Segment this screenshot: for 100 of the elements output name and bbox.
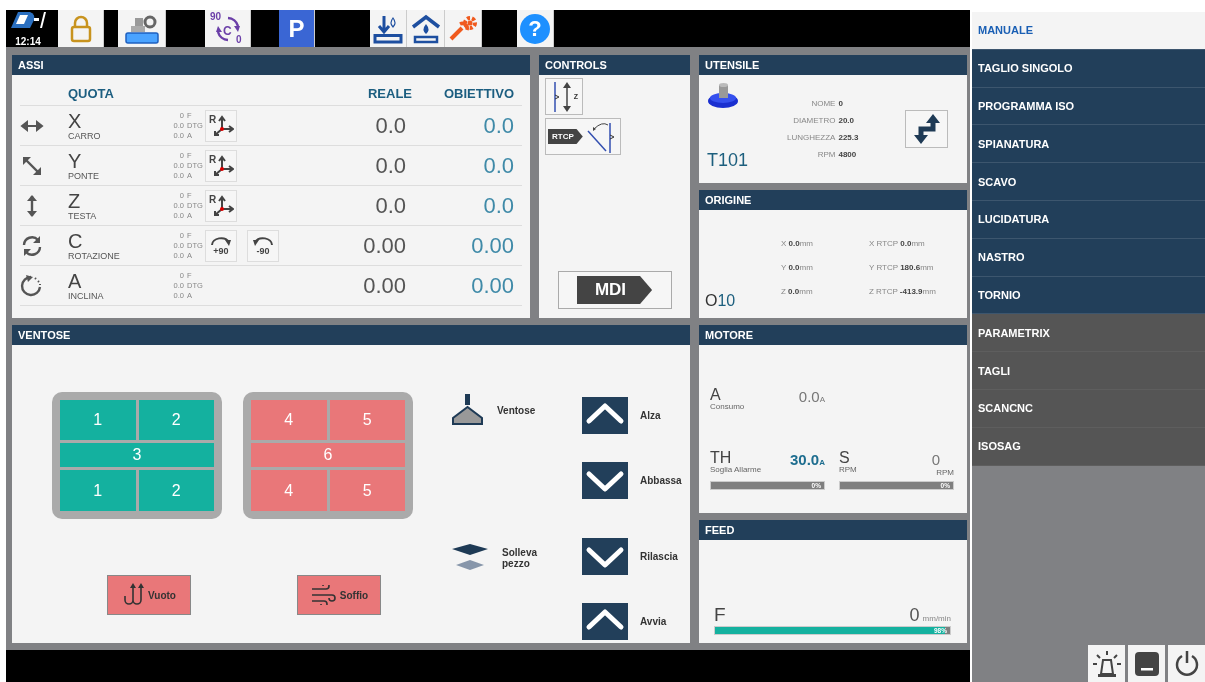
wrench-gear-icon [448,14,478,43]
blow-button[interactable]: Soffio [297,575,381,615]
field-value: 4800 [838,150,858,159]
field-label: RPM [816,150,836,159]
panel-title: FEED [699,520,967,540]
origin-value: X 0.0mm [781,239,814,248]
wash-button[interactable] [407,10,445,47]
reference-button[interactable]: R [205,109,237,142]
rotate-button[interactable]: +90 [205,229,237,262]
origin-value: Z RTCP -413.9mm [869,287,937,296]
axis-letter: C [68,230,84,251]
action-label: Rilascia [640,551,678,563]
origin-value: Y 0.0mm [781,263,814,272]
sidebar-item[interactable]: PARAMETRIX [972,314,1205,353]
machine-settings-button[interactable] [118,10,166,47]
up-button[interactable] [582,396,628,434]
panel-title: MOTORE [699,325,967,345]
origin-prefix: O [705,292,718,309]
field-value: 0 [838,99,844,108]
target-value: 0.0 [482,112,515,139]
c-axis-button[interactable]: 90 C 0 [205,10,251,47]
sidebar-item[interactable]: ISOSAG [972,427,1205,466]
reference-button[interactable]: R [205,149,237,182]
axis-name: INCLINA [68,291,105,301]
target-value: 0.00 [470,272,515,299]
column-header: QUOTA [68,85,115,103]
reference-button[interactable]: R [205,189,237,222]
parking-button[interactable]: P [279,10,315,47]
up-button[interactable] [582,603,628,641]
origin-number: 10 [717,292,736,309]
real-value: 0.00 [362,272,407,299]
feed-value: 0 mm/min [909,605,951,626]
counterclockwise-arrow-icon [252,235,274,246]
axis-letter: X [68,110,83,131]
sidebar-item[interactable]: TAGLI [972,352,1205,390]
motor-caption: RPM [839,465,857,474]
minimize-icon [1133,650,1160,677]
sidebar-item[interactable]: PROGRAMMA ISO [972,87,1205,126]
siren-icon [1091,649,1122,678]
unload-button[interactable] [370,10,407,47]
clock: 12:14 [15,36,41,47]
field-value: 225.3 [838,133,859,142]
suction-cup-icon [450,394,485,426]
swap-tool-button[interactable] [905,110,948,148]
cutting-tool-icon [707,81,741,111]
alarm-button[interactable] [1088,645,1125,682]
field-value: 20.0 [838,116,856,125]
real-value: 0.0 [374,152,407,179]
axis-name: TESTA [68,211,98,221]
sidebar-item[interactable]: MANUALE [972,12,1205,50]
axis-name: CARRO [68,131,102,141]
feed-symbol: F [714,604,726,626]
target-value: 0.00 [470,232,515,259]
sidebar-item[interactable]: SCANCNC [972,389,1205,428]
wind-icon [309,585,336,605]
vacuum-button[interactable]: Vuoto [107,575,191,615]
tools-button[interactable] [445,10,482,47]
mdi-button[interactable]: MDI [557,271,672,309]
item-label: Solleva pezzo [502,547,539,569]
axis-letter: Y [68,150,83,171]
tool-number: T101 [707,150,750,171]
axis-name: PONTE [68,171,100,181]
panel-title: VENTOSE [12,325,690,345]
axis-letter: A [68,270,83,291]
axis-letter: Z [68,190,82,211]
panel-title: ORIGINE [699,190,967,210]
rotate-button[interactable]: -90 [247,229,279,262]
panel-title: CONTROLS [539,55,690,75]
rtcp-button[interactable]: RTCP [545,118,621,155]
sidebar-item[interactable]: NASTRO [972,238,1205,277]
motor-value: 0 [931,451,940,468]
motor-symbol: S [839,451,851,465]
padlock-icon [69,14,92,43]
tilted-probe-icon [585,120,616,153]
down-button[interactable] [582,538,628,576]
power-icon [1173,649,1200,678]
down-button[interactable] [582,461,628,499]
motor-unit: RPM [936,468,954,477]
real-value: 0.00 [362,232,407,259]
vertical-arrow-icon [562,81,571,112]
sidebar-item[interactable]: LUCIDATURA [972,201,1205,239]
minimize-button[interactable] [1128,645,1165,682]
target-value: 0.0 [482,192,515,219]
field-label: DIAMETRO [792,116,836,125]
motor-symbol: A [710,388,722,402]
sidebar-item[interactable]: TAGLIO SINGOLO [972,49,1205,88]
tilt-arrow-icon [20,273,44,298]
sidebar-item[interactable]: SPIANATURA [972,125,1205,164]
vacuum-arrows-icon [122,582,144,608]
field-label: LUNGHEZZA [787,133,836,142]
column-header: OBIETTIVO [442,85,515,103]
logo-icon [10,11,46,29]
sidebar-item[interactable]: TORNIO [972,276,1205,315]
action-label: Alza [640,409,661,421]
clockwise-arrow-icon [210,235,232,246]
target-value: 0.0 [482,152,515,179]
swap-arrows-icon [912,114,941,144]
power-button[interactable] [1168,645,1205,682]
sidebar-item[interactable]: SCAVO [972,163,1205,201]
field-label: NOME [810,99,836,108]
